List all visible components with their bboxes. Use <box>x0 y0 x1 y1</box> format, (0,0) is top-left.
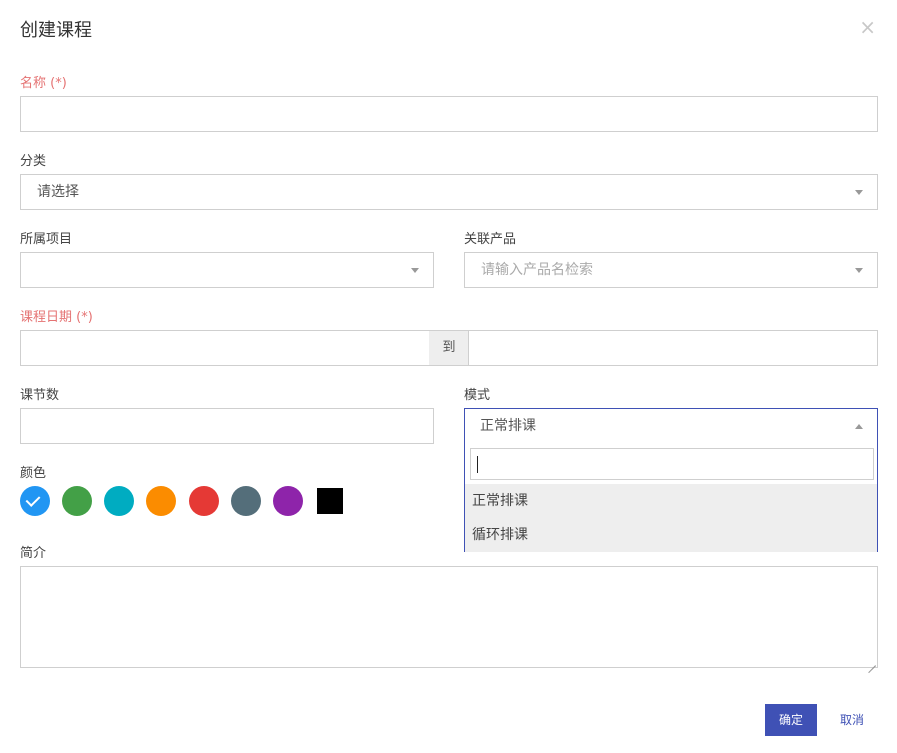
resize-handle-icon[interactable] <box>868 658 876 666</box>
mode-select-open[interactable]: 正常排课 正常排课 循环排课 <box>464 408 878 552</box>
mode-options-list: 正常排课 循环排课 <box>465 484 877 552</box>
color-swatch-cyan[interactable] <box>104 486 134 516</box>
lessons-input[interactable] <box>20 408 434 444</box>
cancel-button[interactable]: 取消 <box>830 704 874 736</box>
color-swatch-green[interactable] <box>62 486 92 516</box>
date-label: 课程日期 (*) <box>20 310 93 325</box>
mode-selected[interactable]: 正常排课 <box>465 409 877 445</box>
product-label: 关联产品 <box>464 232 517 247</box>
color-swatch-purple[interactable] <box>273 486 303 516</box>
date-end-input[interactable] <box>468 330 878 366</box>
product-select[interactable]: 请输入产品名检索 <box>464 252 878 288</box>
mode-search-input[interactable] <box>470 448 874 480</box>
color-swatch-blue[interactable] <box>20 486 50 516</box>
confirm-button[interactable]: 确定 <box>765 704 817 736</box>
color-swatch-red[interactable] <box>189 486 219 516</box>
intro-textarea[interactable] <box>20 566 878 668</box>
category-value: 请选择 <box>37 184 79 200</box>
color-swatch-orange[interactable] <box>146 486 176 516</box>
chevron-down-icon <box>855 190 863 195</box>
chevron-up-icon <box>855 424 863 429</box>
chevron-down-icon <box>411 268 419 273</box>
category-label: 分类 <box>20 154 47 169</box>
close-icon[interactable]: × <box>859 17 876 37</box>
color-label: 颜色 <box>20 466 47 481</box>
create-course-dialog: 创建课程 × 名称 (*) 分类 请选择 所属项目 关联产品 请输入产品名检索 … <box>0 0 897 753</box>
mode-value: 正常排课 <box>480 418 536 434</box>
date-start-input[interactable] <box>20 330 430 366</box>
intro-label: 简介 <box>20 546 47 561</box>
chevron-down-icon <box>855 268 863 273</box>
check-icon <box>25 492 41 507</box>
text-cursor <box>477 456 478 473</box>
mode-label: 模式 <box>464 388 491 403</box>
mode-option-normal[interactable]: 正常排课 <box>465 484 877 518</box>
project-label: 所属项目 <box>20 232 73 247</box>
mode-option-recurring[interactable]: 循环排课 <box>465 518 877 552</box>
date-separator: 到 <box>429 330 469 366</box>
dialog-title: 创建课程 <box>20 20 92 41</box>
name-label: 名称 (*) <box>20 76 67 91</box>
project-select[interactable] <box>20 252 434 288</box>
color-swatch-slate[interactable] <box>231 486 261 516</box>
product-placeholder: 请输入产品名检索 <box>481 262 593 278</box>
color-swatch-black[interactable] <box>317 488 343 514</box>
category-select[interactable]: 请选择 <box>20 174 878 210</box>
lessons-label: 课节数 <box>20 388 60 403</box>
name-input[interactable] <box>20 96 878 132</box>
